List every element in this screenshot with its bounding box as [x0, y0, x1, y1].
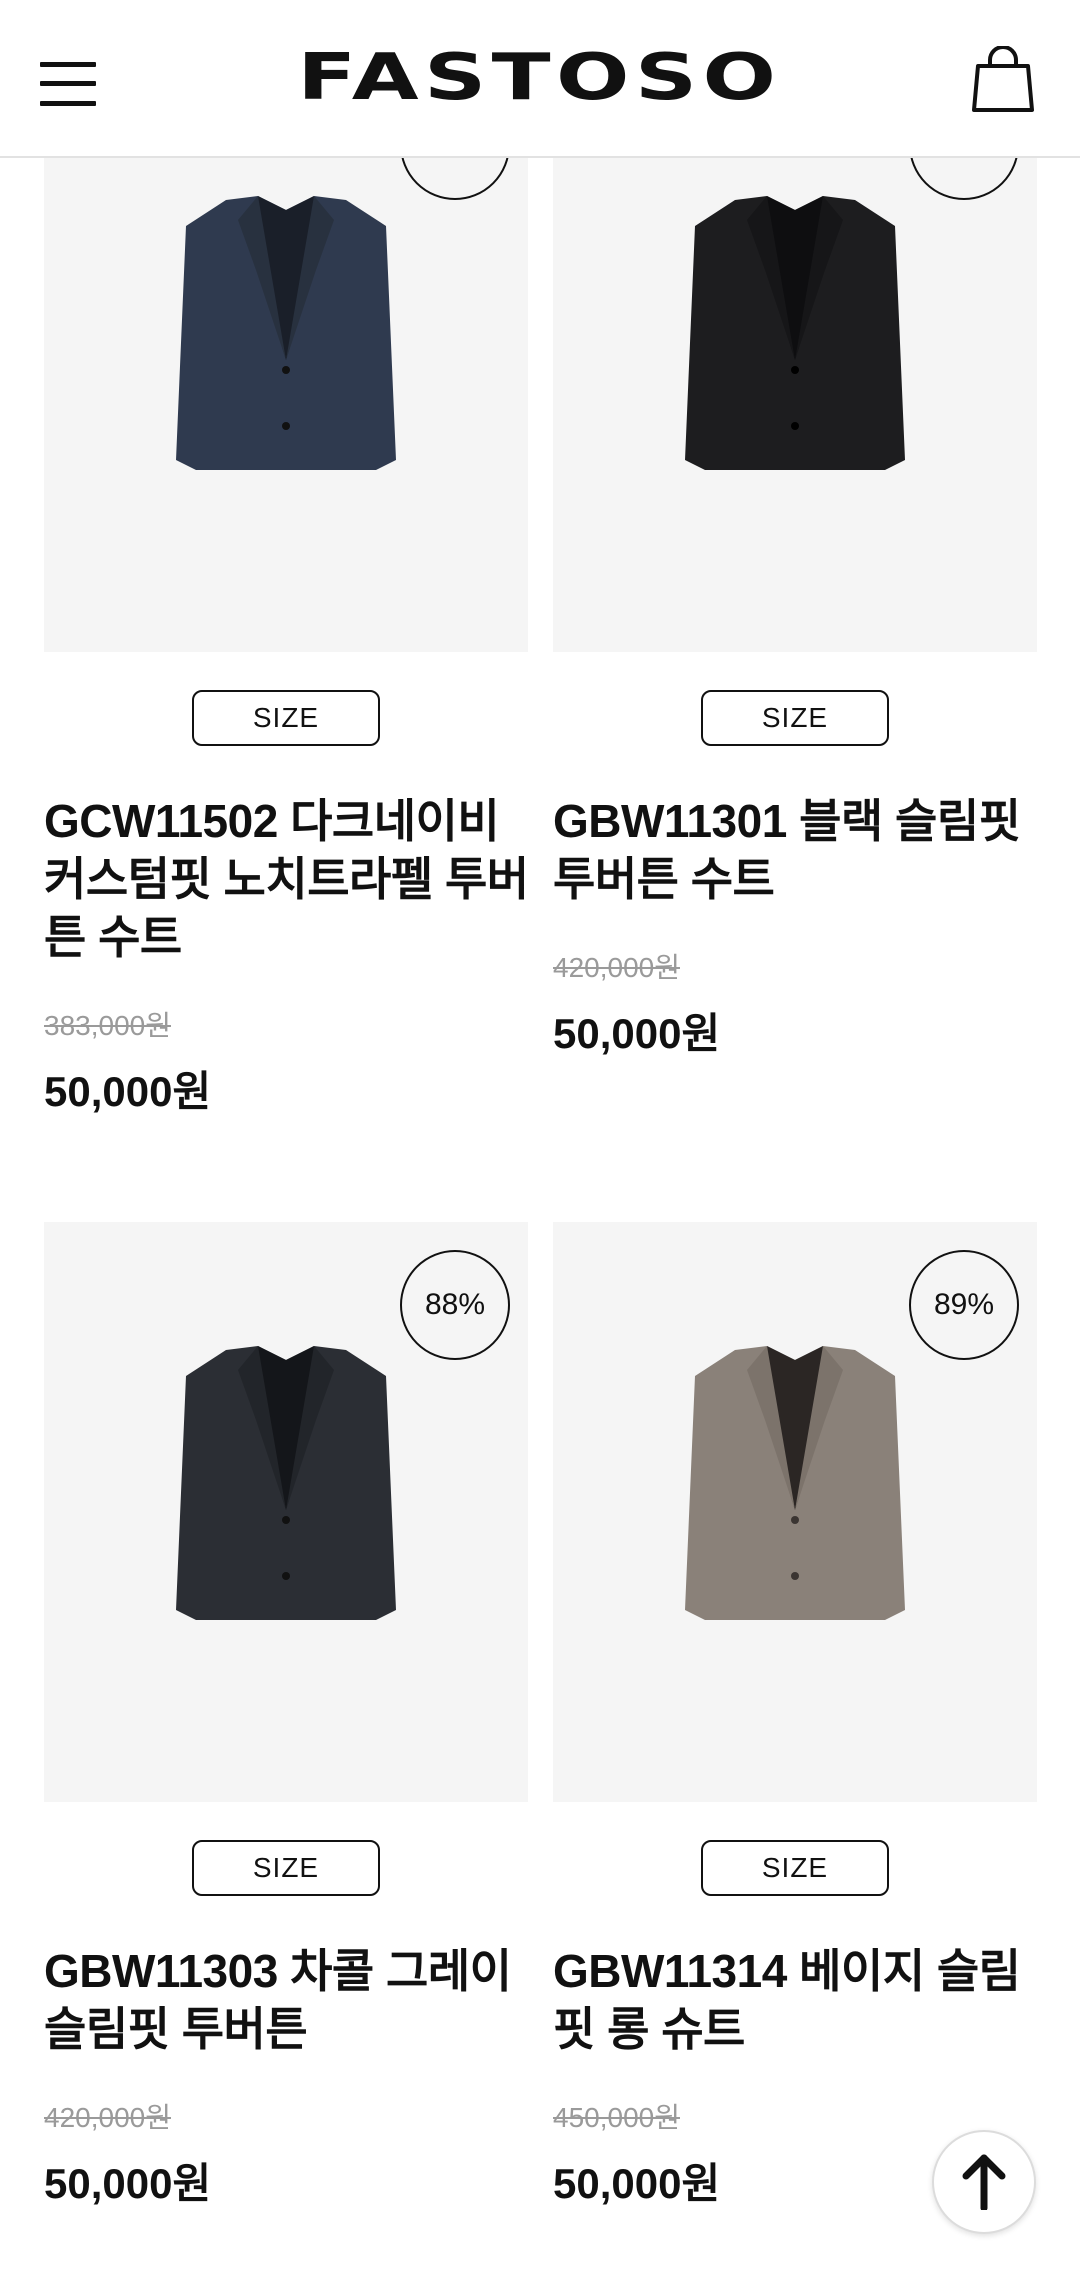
- product-image[interactable]: 88%: [44, 1222, 528, 1802]
- sale-price: 50,000원: [44, 1068, 212, 1115]
- product-name[interactable]: GCW11502 다크네이비 커스텀핏 노치트라펠 투버튼 수트: [44, 792, 534, 966]
- sale-price: 50,000원: [44, 2160, 212, 2207]
- header: FASTOSO: [0, 0, 1080, 158]
- original-price: 383,000원: [44, 1010, 171, 1041]
- original-price: 420,000원: [44, 2102, 171, 2133]
- shopping-bag-icon[interactable]: [970, 45, 1036, 112]
- jacket-image: [685, 196, 905, 470]
- scroll-top-button[interactable]: [932, 2130, 1036, 2234]
- size-button[interactable]: SIZE: [701, 1840, 889, 1896]
- sale-price: 50,000원: [553, 1010, 721, 1057]
- product-image[interactable]: 88%: [553, 140, 1037, 652]
- discount-badge: 89%: [909, 1250, 1019, 1360]
- hamburger-menu-icon[interactable]: [40, 60, 98, 108]
- size-button[interactable]: SIZE: [701, 690, 889, 746]
- original-price: 450,000원: [553, 2102, 680, 2133]
- product-name[interactable]: GBW11303 차콜 그레이 슬림핏 투버튼: [44, 1942, 534, 2058]
- size-button[interactable]: SIZE: [192, 690, 380, 746]
- logo-text: FASTOSO: [296, 41, 782, 115]
- discount-badge: 88%: [400, 1250, 510, 1360]
- product-name[interactable]: GBW11301 블랙 슬림핏 투버튼 수트: [553, 792, 1043, 908]
- jacket-image: [176, 196, 396, 470]
- brand-logo[interactable]: FASTOSO: [294, 40, 784, 116]
- original-price: 420,000원: [553, 952, 680, 983]
- size-button[interactable]: SIZE: [192, 1840, 380, 1896]
- product-name[interactable]: GBW11314 베이지 슬림핏 롱 슈트: [553, 1942, 1043, 2058]
- arrow-up-icon: [962, 2154, 1006, 2210]
- sale-price: 50,000원: [553, 2160, 721, 2207]
- product-image[interactable]: 89%: [553, 1222, 1037, 1802]
- product-image[interactable]: 87%: [44, 140, 528, 652]
